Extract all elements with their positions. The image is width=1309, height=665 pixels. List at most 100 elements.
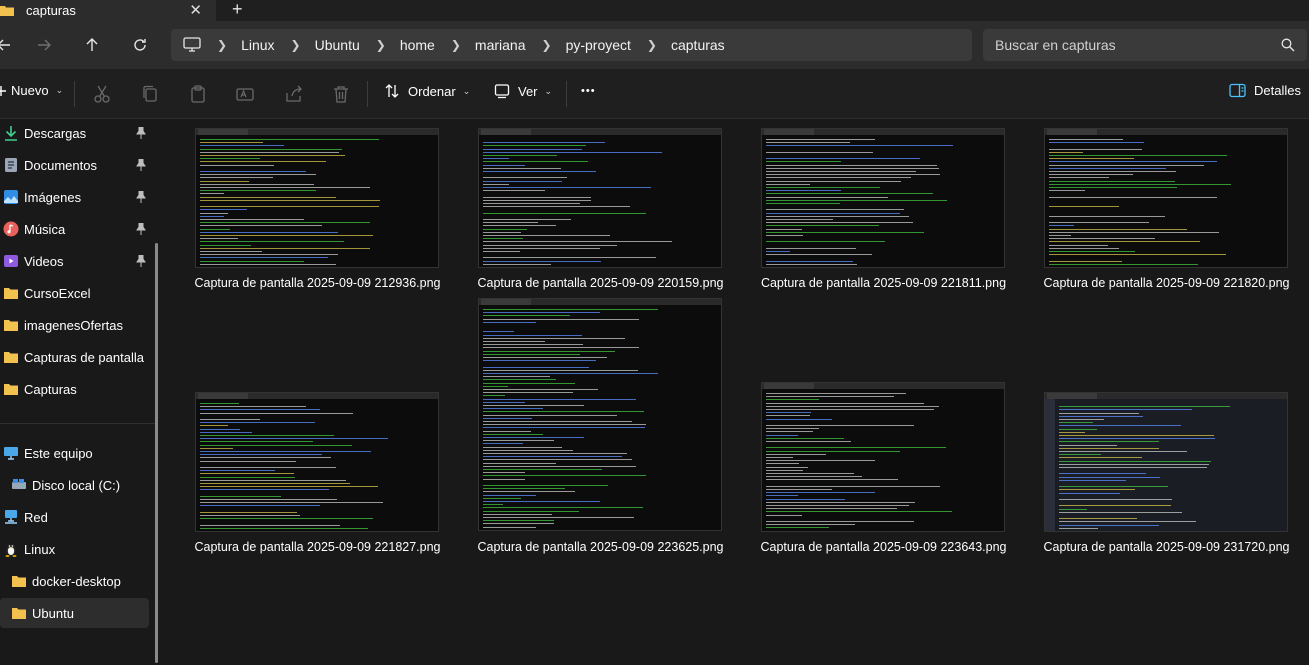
terminal-text-line xyxy=(1059,409,1192,411)
file-name[interactable]: Captura de pantalla 2025-09-09 221820.pn… xyxy=(1025,276,1308,290)
search-box[interactable]: Buscar en capturas xyxy=(983,29,1307,61)
terminal-tab xyxy=(481,129,531,135)
pin-icon[interactable] xyxy=(136,191,146,203)
pin-icon[interactable] xyxy=(136,159,146,171)
file-thumbnail[interactable] xyxy=(761,128,1005,268)
terminal-text-line xyxy=(766,431,813,433)
terminal-text-line xyxy=(766,476,862,478)
search-icon[interactable] xyxy=(1281,38,1295,52)
tab-capturas[interactable]: capturas ✕ xyxy=(0,0,216,21)
file-thumbnail[interactable] xyxy=(478,298,722,531)
sidebar-item-capturas[interactable]: Capturas xyxy=(0,374,150,404)
file-thumbnail[interactable] xyxy=(1044,128,1288,268)
forward-button[interactable] xyxy=(30,31,58,59)
file-name[interactable]: Captura de pantalla 2025-09-09 220159.pn… xyxy=(459,276,742,290)
terminal-text-line xyxy=(483,414,617,416)
file-thumbnail[interactable] xyxy=(195,128,439,268)
sidebar-item-imagenesofertas[interactable]: imagenesOfertas xyxy=(0,310,150,340)
back-button[interactable] xyxy=(0,31,18,59)
sidebar-item-disco-local[interactable]: Disco local (C:) xyxy=(0,470,150,500)
terminal-text-line xyxy=(766,415,810,417)
terminal-text-line xyxy=(766,228,802,230)
terminal-text-line xyxy=(766,139,875,140)
terminal-text-line xyxy=(200,263,336,265)
terminal-text-line xyxy=(200,180,249,182)
file-name[interactable]: Captura de pantalla 2025-09-09 212936.pn… xyxy=(176,276,459,290)
breadcrumb-item[interactable]: Ubuntu xyxy=(315,37,360,53)
copy-icon[interactable] xyxy=(139,83,161,105)
file-name[interactable]: Captura de pantalla 2025-09-09 221811.pn… xyxy=(742,276,1025,290)
terminal-text-line xyxy=(766,521,914,522)
view-icon xyxy=(494,84,510,99)
sort-button[interactable]: Ordenar ⌄ xyxy=(384,83,470,99)
terminal-text-line xyxy=(1049,241,1200,243)
close-tab-icon[interactable]: ✕ xyxy=(189,1,202,19)
refresh-button[interactable] xyxy=(126,31,154,59)
sidebar-item-capturas-de-pantalla[interactable]: Capturas de pantalla xyxy=(0,342,150,372)
breadcrumb-item[interactable]: home xyxy=(400,37,435,53)
terminal-text-line xyxy=(200,473,294,475)
terminal-text-line xyxy=(200,518,373,520)
terminal-text-line xyxy=(483,161,588,163)
terminal-text-line xyxy=(483,446,562,448)
details-button[interactable]: Detalles xyxy=(1229,83,1301,98)
terminal-text-line xyxy=(483,385,508,387)
terminal-text-line xyxy=(766,161,841,163)
file-thumbnail[interactable] xyxy=(761,382,1005,532)
sidebar-item-ubuntu[interactable]: Ubuntu xyxy=(0,598,149,628)
terminal-text-line xyxy=(200,441,313,443)
pin-icon[interactable] xyxy=(136,255,146,267)
new-tab-button[interactable]: + xyxy=(232,0,243,20)
terminal-text-line xyxy=(766,511,952,513)
breadcrumb-item[interactable]: capturas xyxy=(671,37,725,53)
sidebar-item-documentos[interactable]: Documentos xyxy=(0,150,150,180)
sidebar-item-imagenes[interactable]: Imágenes xyxy=(0,182,150,212)
file-thumbnail[interactable] xyxy=(478,128,722,268)
terminal-text-line xyxy=(1049,225,1074,227)
terminal-text-line xyxy=(1059,492,1120,494)
terminal-text-line xyxy=(200,444,352,446)
terminal-text-line xyxy=(766,495,798,497)
terminal-text-line xyxy=(483,341,545,342)
file-name[interactable]: Captura de pantalla 2025-09-09 221827.pn… xyxy=(176,540,459,554)
file-thumbnail[interactable] xyxy=(195,392,439,532)
chevron-right-icon: ❯ xyxy=(217,38,228,52)
file-name[interactable]: Captura de pantalla 2025-09-09 223625.pn… xyxy=(459,540,742,554)
terminal-text-line xyxy=(766,418,832,420)
sidebar-item-videos[interactable]: Videos xyxy=(0,246,150,276)
paste-icon[interactable] xyxy=(187,83,209,105)
rename-icon[interactable] xyxy=(234,83,256,105)
file-name[interactable]: Captura de pantalla 2025-09-09 223643.pn… xyxy=(742,540,1025,554)
share-icon[interactable] xyxy=(283,83,305,105)
sidebar-item-cursoexcel[interactable]: CursoExcel xyxy=(0,278,150,308)
up-button[interactable] xyxy=(78,31,106,59)
details-pane-icon xyxy=(1229,83,1246,98)
breadcrumb-item[interactable]: Linux xyxy=(241,37,274,53)
view-button[interactable]: Ver ⌄ xyxy=(494,83,552,99)
pin-icon[interactable] xyxy=(136,223,146,235)
new-button[interactable]: Nuevo ⌄ xyxy=(0,83,63,98)
breadcrumb: ❯ Linux ❯ Ubuntu ❯ home ❯ mariana ❯ py-p… xyxy=(201,37,725,53)
sidebar-item-red[interactable]: Red xyxy=(0,502,150,532)
file-thumbnail[interactable] xyxy=(1044,392,1288,532)
sidebar-item-este-equipo[interactable]: Este equipo xyxy=(0,438,150,468)
breadcrumb-item[interactable]: py-proyect xyxy=(566,37,631,53)
delete-icon[interactable] xyxy=(330,83,352,105)
terminal-text-line xyxy=(1049,235,1071,236)
terminal-text-line xyxy=(483,199,591,201)
terminal-text-line xyxy=(766,231,924,233)
sidebar-item-docker-desktop[interactable]: docker-desktop xyxy=(0,566,150,596)
address-bar[interactable]: ❯ Linux ❯ Ubuntu ❯ home ❯ mariana ❯ py-p… xyxy=(171,29,972,61)
sidebar-item-linux[interactable]: Linux xyxy=(0,534,150,564)
file-name[interactable]: Captura de pantalla 2025-09-09 231720.pn… xyxy=(1025,540,1308,554)
more-options-button[interactable]: ••• xyxy=(581,85,596,97)
sidebar-scrollbar[interactable] xyxy=(155,243,158,663)
sidebar-item-descargas[interactable]: Descargas xyxy=(0,118,150,148)
terminal-text-line xyxy=(483,494,536,496)
breadcrumb-item[interactable]: mariana xyxy=(475,37,526,53)
pin-icon[interactable] xyxy=(136,127,146,139)
cut-icon[interactable] xyxy=(91,83,113,105)
terminal-text-line xyxy=(1049,231,1219,233)
sidebar-item-musica[interactable]: Música xyxy=(0,214,150,244)
terminal-text-line xyxy=(1059,422,1093,424)
